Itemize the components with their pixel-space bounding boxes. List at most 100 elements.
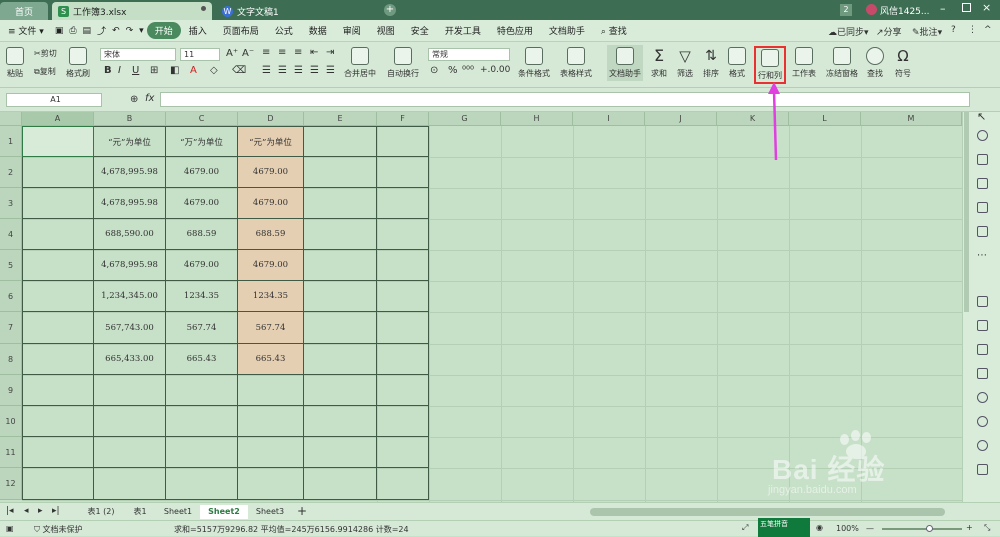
sheet-tab[interactable]: 表1 (2): [78, 505, 124, 519]
bar-chart-icon[interactable]: [977, 226, 988, 237]
table-cell[interactable]: 4679.00: [238, 188, 304, 219]
currency-icon[interactable]: ⊙: [430, 65, 438, 76]
thousands-icon[interactable]: ⁰⁰⁰: [462, 65, 474, 76]
table-cell[interactable]: 688.59: [238, 219, 304, 250]
quick-menu-icon[interactable]: ▾: [136, 26, 147, 36]
font-size-select[interactable]: 11: [180, 48, 220, 61]
column-header[interactable]: M: [861, 112, 962, 126]
border-icon[interactable]: ⊞: [150, 65, 158, 76]
table-cell[interactable]: [238, 375, 304, 406]
row-header[interactable]: 10: [0, 406, 22, 437]
table-cell[interactable]: 688,590.00: [94, 219, 166, 250]
cut-button[interactable]: ✂ 剪切: [34, 48, 57, 59]
format-button[interactable]: 格式: [728, 47, 746, 79]
tab-workbook[interactable]: S 工作簿3.xlsx: [52, 2, 212, 20]
save-icon[interactable]: ▣: [52, 26, 67, 36]
sheet-tab[interactable]: Sheet3: [248, 505, 292, 519]
row-header[interactable]: 9: [0, 375, 22, 406]
table-cell[interactable]: 4,678,995.98: [94, 157, 166, 188]
table-cell[interactable]: 4679.00: [166, 157, 238, 188]
table-cell[interactable]: [377, 344, 429, 375]
wrap-text-button[interactable]: 自动换行: [387, 47, 419, 79]
row-header[interactable]: 11: [0, 437, 22, 468]
table-cell[interactable]: 688.59: [166, 219, 238, 250]
table-cell[interactable]: 4679.00: [238, 157, 304, 188]
prev-sheet-icon[interactable]: ◂: [24, 506, 29, 516]
shapes-icon[interactable]: [977, 130, 988, 141]
column-header[interactable]: I: [573, 112, 645, 126]
table-cell[interactable]: [22, 312, 94, 344]
column-header[interactable]: J: [645, 112, 717, 126]
fullscreen-icon[interactable]: ⤢: [742, 523, 748, 533]
name-box[interactable]: A1: [6, 93, 102, 107]
table-cell[interactable]: [304, 281, 377, 312]
sum-button[interactable]: Σ 求和: [650, 47, 668, 79]
select-all-corner[interactable]: [0, 112, 22, 126]
more-icon[interactable]: ⋮: [968, 25, 977, 35]
table-cell[interactable]: 567.74: [238, 312, 304, 344]
row-header[interactable]: 2: [0, 157, 22, 188]
table-cell[interactable]: [304, 375, 377, 406]
italic-icon[interactable]: I: [118, 65, 121, 76]
decimal-increase-icon[interactable]: +.0: [480, 65, 496, 75]
table-cell[interactable]: 4679.00: [166, 188, 238, 219]
table-cell[interactable]: [94, 437, 166, 468]
table-cell[interactable]: 665.43: [166, 344, 238, 375]
merge-center-button[interactable]: 合并居中: [344, 47, 376, 79]
new-tab-button[interactable]: +: [384, 4, 396, 16]
table-cell[interactable]: 1234.35: [166, 281, 238, 312]
table-cell[interactable]: [304, 437, 377, 468]
find-button[interactable]: 查找: [866, 47, 884, 79]
shield-icon[interactable]: [977, 392, 988, 403]
help-icon[interactable]: ?: [951, 25, 956, 35]
indent-decrease-icon[interactable]: ⇤: [310, 47, 318, 58]
table-cell[interactable]: [22, 219, 94, 250]
share-button[interactable]: ↗分享: [876, 25, 902, 38]
column-header[interactable]: C: [166, 112, 238, 126]
menu-insert[interactable]: 插入: [181, 24, 215, 37]
sheet-tab[interactable]: 表1: [124, 505, 156, 519]
row-header[interactable]: 6: [0, 281, 22, 312]
collapse-ribbon-icon[interactable]: ^: [984, 25, 992, 35]
menu-security[interactable]: 安全: [403, 24, 437, 37]
row-header[interactable]: 3: [0, 188, 22, 219]
row-header[interactable]: 8: [0, 344, 22, 375]
table-cell[interactable]: 567.74: [166, 312, 238, 344]
table-cell[interactable]: [22, 126, 94, 157]
help-circle-icon[interactable]: [977, 440, 988, 451]
table-cell[interactable]: [166, 437, 238, 468]
table-cell[interactable]: [166, 375, 238, 406]
table-cell[interactable]: 4679.00: [166, 250, 238, 281]
font-shrink-icon[interactable]: A⁻: [242, 48, 254, 59]
menu-data[interactable]: 数据: [301, 24, 335, 37]
align-left-icon[interactable]: ☰: [262, 65, 271, 76]
underline-icon[interactable]: U: [132, 65, 139, 76]
table-cell[interactable]: [377, 437, 429, 468]
table-cell[interactable]: [304, 126, 377, 157]
tab-document[interactable]: W 文字文稿1: [216, 2, 376, 20]
table-cell[interactable]: 665,433.00: [94, 344, 166, 375]
percent-icon[interactable]: %: [448, 65, 458, 76]
fill-color-icon[interactable]: ◧: [170, 65, 179, 76]
first-sheet-icon[interactable]: |◂: [6, 506, 14, 516]
last-sheet-icon[interactable]: ▸|: [52, 506, 60, 516]
cursor-icon[interactable]: ↖: [977, 110, 988, 123]
column-header[interactable]: H: [501, 112, 573, 126]
font-color-icon[interactable]: A: [190, 65, 197, 76]
copy-panel-icon[interactable]: [977, 296, 988, 307]
column-header[interactable]: L: [789, 112, 861, 126]
table-cell[interactable]: 1234.35: [238, 281, 304, 312]
indent-increase-icon[interactable]: ⇥: [326, 47, 334, 58]
font-grow-icon[interactable]: A⁺: [226, 48, 238, 59]
freeze-panes-button[interactable]: 冻结窗格: [826, 47, 858, 79]
print-icon[interactable]: ▤: [80, 26, 95, 36]
paste-button[interactable]: 粘贴: [6, 47, 24, 79]
image-icon[interactable]: [977, 368, 988, 379]
table-cell[interactable]: [304, 344, 377, 375]
table-cell[interactable]: [22, 188, 94, 219]
table-cell[interactable]: 567,743.00: [94, 312, 166, 344]
number-format-select[interactable]: 常规: [428, 48, 510, 61]
crop-icon[interactable]: [977, 320, 988, 331]
protect-status[interactable]: ⛉ 文档未保护: [34, 524, 83, 535]
function-icon[interactable]: fx: [145, 93, 154, 104]
